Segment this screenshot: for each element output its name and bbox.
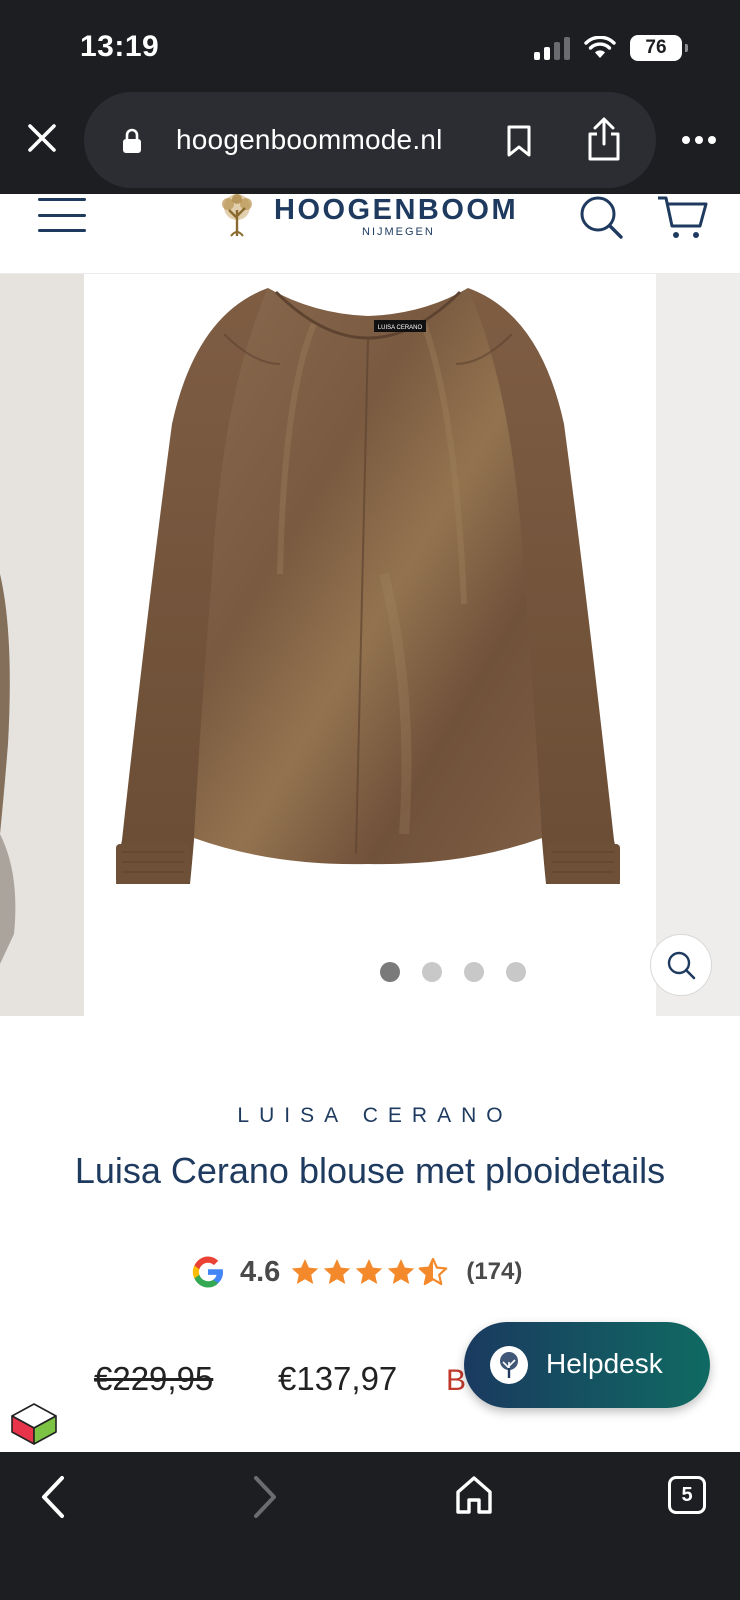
more-icon[interactable] bbox=[682, 136, 716, 146]
product-gallery[interactable]: LUISA CERANO bbox=[0, 274, 740, 1016]
browser-bottom-bar: 5 bbox=[0, 1452, 740, 1600]
status-time: 13:19 bbox=[80, 30, 160, 63]
zoom-icon bbox=[667, 951, 696, 980]
share-icon[interactable] bbox=[584, 116, 624, 162]
helpdesk-label: Helpdesk bbox=[546, 1348, 663, 1379]
previous-image-preview bbox=[0, 574, 16, 964]
product-image[interactable]: LUISA CERANO bbox=[84, 274, 712, 1016]
battery-icon: 76 bbox=[630, 35, 688, 61]
lock-icon bbox=[123, 128, 141, 153]
blouse-image: LUISA CERANO bbox=[116, 288, 620, 884]
star-icon bbox=[388, 1259, 415, 1284]
browser-top-bar: hoogenboommode.nl bbox=[0, 92, 740, 194]
gallery-pagination bbox=[380, 962, 526, 982]
helpdesk-tree-icon bbox=[490, 1346, 528, 1384]
status-bar: 13:19 76 bbox=[0, 0, 740, 92]
next-image[interactable] bbox=[656, 274, 740, 1016]
sale-price: €137,97 bbox=[278, 1360, 398, 1397]
star-icon bbox=[292, 1259, 319, 1284]
close-icon[interactable] bbox=[22, 118, 62, 158]
site-logo[interactable]: HOOGENBOOM NIJMEGEN bbox=[214, 194, 524, 240]
rating-count: (174) bbox=[466, 1258, 523, 1285]
pagination-dot[interactable] bbox=[380, 962, 400, 982]
logo-subtitle: NIJMEGEN bbox=[362, 226, 435, 238]
cart-icon[interactable] bbox=[656, 194, 708, 240]
bookmark-icon[interactable] bbox=[504, 124, 534, 158]
url-text: hoogenboommode.nl bbox=[176, 124, 443, 155]
back-icon[interactable] bbox=[36, 1474, 72, 1520]
forward-icon[interactable] bbox=[246, 1474, 282, 1520]
star-icon bbox=[356, 1259, 383, 1284]
svg-text:LUISA CERANO: LUISA CERANO bbox=[378, 325, 423, 331]
site-header: HOOGENBOOM NIJMEGEN bbox=[0, 194, 740, 274]
menu-icon[interactable] bbox=[38, 198, 86, 232]
address-bar[interactable]: hoogenboommode.nl bbox=[84, 92, 656, 188]
pagination-dot[interactable] bbox=[422, 962, 442, 982]
discount-badge: B bbox=[446, 1364, 467, 1397]
product-brand[interactable]: LUISA CERANO bbox=[0, 1104, 740, 1128]
product-rating[interactable]: 4.6 (174) bbox=[190, 1252, 522, 1292]
search-icon[interactable] bbox=[578, 194, 624, 240]
tabs-icon[interactable]: 5 bbox=[668, 1476, 706, 1514]
tree-logo-icon bbox=[222, 194, 252, 237]
home-icon[interactable] bbox=[454, 1474, 494, 1516]
star-icon bbox=[324, 1259, 351, 1284]
pagination-dot[interactable] bbox=[506, 962, 526, 982]
rating-value: 4.6 bbox=[240, 1255, 281, 1288]
status-icons: 76 bbox=[534, 34, 688, 62]
half-star-icon bbox=[419, 1257, 448, 1286]
previous-image[interactable] bbox=[0, 274, 84, 1016]
google-icon bbox=[192, 1256, 223, 1288]
logo-name: HOOGENBOOM bbox=[274, 194, 519, 226]
original-price: €229,95 bbox=[94, 1360, 214, 1397]
wifi-icon bbox=[584, 36, 616, 58]
signal-icon bbox=[534, 36, 570, 60]
rating-stars bbox=[290, 1257, 448, 1287]
helpdesk-button[interactable]: Helpdesk bbox=[464, 1322, 710, 1408]
product-title: Luisa Cerano blouse met plooidetails bbox=[74, 1150, 666, 1191]
cube-icon[interactable] bbox=[10, 1402, 58, 1446]
pagination-dot[interactable] bbox=[464, 962, 484, 982]
zoom-button[interactable] bbox=[650, 934, 712, 996]
